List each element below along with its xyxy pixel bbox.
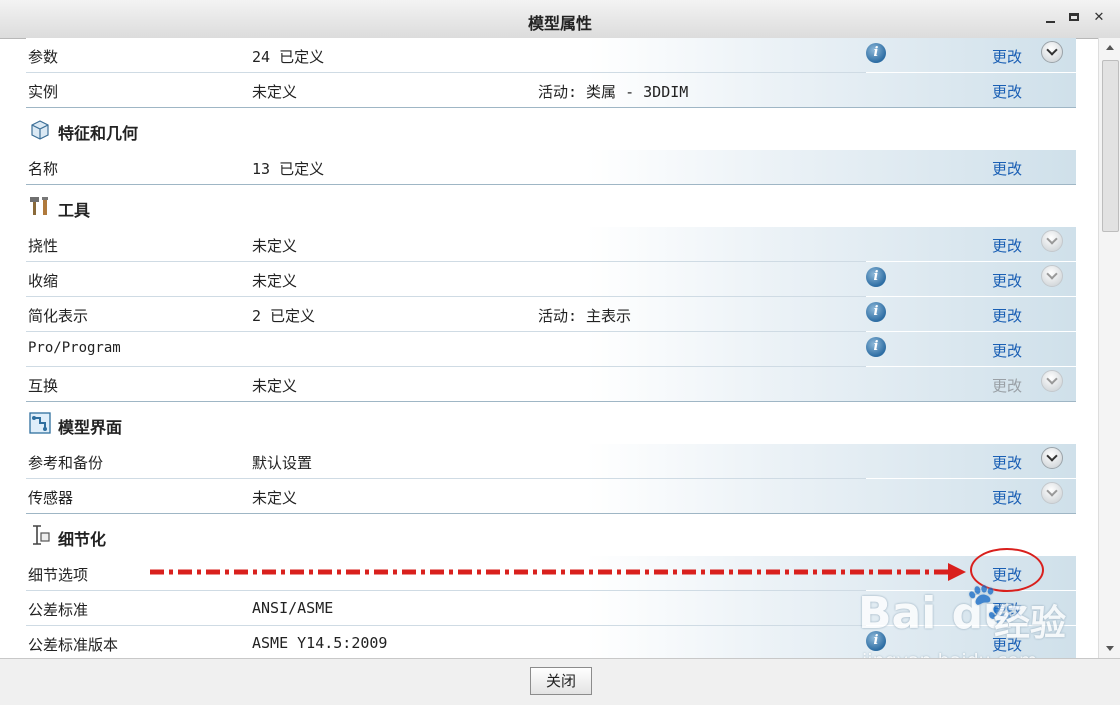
info-icon[interactable]: i — [866, 267, 886, 287]
row-value: 未定义 — [252, 83, 298, 101]
row-label: 参考和备份 — [28, 454, 104, 472]
info-icon[interactable]: i — [866, 43, 886, 63]
minimize-icon[interactable] — [1044, 11, 1058, 25]
info-icon[interactable]: i — [866, 631, 886, 651]
section-tools: 工具 — [26, 185, 1076, 227]
row-label: 细节选项 — [28, 566, 89, 584]
row-flexibility: 挠性 未定义 更改 — [26, 227, 1076, 262]
change-link-detail-options[interactable]: 更改 — [992, 564, 1022, 585]
vertical-scrollbar[interactable] — [1098, 38, 1120, 658]
change-link-references-backup[interactable]: 更改 — [992, 452, 1022, 473]
row-value: 2 已定义 — [252, 307, 316, 325]
close-button[interactable]: 关闭 — [530, 667, 592, 695]
chevron-down-icon[interactable] — [1041, 370, 1063, 392]
chevron-down-icon[interactable] — [1041, 482, 1063, 504]
row-simplified-rep: 简化表示 2 已定义 活动: 主表示 i 更改 — [26, 297, 1076, 332]
row-instance: 实例 未定义 活动: 类属 - 3DDIM 更改 — [26, 73, 1076, 108]
row-label: 名称 — [28, 160, 59, 178]
row-value: 13 已定义 — [252, 160, 325, 178]
row-references-backup: 参考和备份 默认设置 更改 — [26, 444, 1076, 479]
row-value: ANSI/ASME — [252, 599, 334, 617]
row-value: 默认设置 — [252, 454, 313, 472]
row-value: ASME Y14.5:2009 — [252, 634, 388, 652]
row-value: 未定义 — [252, 377, 298, 395]
row-value: 未定义 — [252, 489, 298, 507]
info-icon[interactable]: i — [866, 337, 886, 357]
title-bar: 模型属性 ✕ — [0, 0, 1120, 39]
section-title: 模型界面 — [58, 418, 123, 437]
row-tolerance-standard-version: 公差标准版本 ASME Y14.5:2009 i 更改 — [26, 626, 1076, 658]
row-label: 公差标准 — [28, 601, 89, 619]
row-label: 实例 — [28, 83, 59, 101]
change-link-flexibility[interactable]: 更改 — [992, 235, 1022, 256]
model-properties-dialog: 模型属性 ✕ 参数 24 已定义 i 更改 实例 未定义 活动: 类属 - 3D… — [0, 0, 1120, 705]
row-parameters: 参数 24 已定义 i 更改 — [26, 38, 1076, 73]
row-label: 参数 — [28, 48, 59, 66]
row-label: Pro/Program — [28, 340, 121, 356]
close-icon[interactable]: ✕ — [1092, 11, 1106, 25]
change-link-interchange: 更改 — [992, 377, 1023, 395]
chevron-down-icon[interactable] — [1041, 230, 1063, 252]
row-name: 名称 13 已定义 更改 — [26, 150, 1076, 185]
section-features-geometry: 特征和几何 — [26, 108, 1076, 150]
chevron-down-icon[interactable] — [1041, 41, 1063, 63]
properties-panel: 参数 24 已定义 i 更改 实例 未定义 活动: 类属 - 3DDIM 更改 … — [0, 38, 1098, 658]
feature-cube-icon — [31, 120, 49, 140]
section-model-interface: 模型界面 — [26, 402, 1076, 444]
row-tolerance-standard: 公差标准 ANSI/ASME 更改 — [26, 591, 1076, 626]
row-label: 公差标准版本 — [28, 636, 119, 654]
dialog-title: 模型属性 — [527, 14, 592, 33]
scroll-up-icon[interactable] — [1099, 38, 1120, 56]
row-active: 活动: 主表示 — [538, 307, 632, 325]
row-label: 收缩 — [28, 272, 59, 290]
tools-icon — [30, 197, 48, 215]
maximize-icon[interactable] — [1068, 11, 1082, 25]
change-link-simplified-rep[interactable]: 更改 — [992, 305, 1022, 326]
change-link-tolerance-standard[interactable]: 更改 — [992, 599, 1022, 620]
chevron-down-icon[interactable] — [1041, 265, 1063, 287]
row-label: 传感器 — [28, 489, 74, 507]
dialog-footer: 关闭 — [0, 658, 1120, 705]
detailing-icon — [33, 525, 50, 545]
row-shrinkage: 收缩 未定义 i 更改 — [26, 262, 1076, 297]
change-link-shrinkage[interactable]: 更改 — [992, 270, 1022, 291]
row-label: 挠性 — [28, 237, 59, 255]
row-value: 24 已定义 — [252, 48, 325, 66]
row-label: 简化表示 — [28, 307, 89, 325]
row-value: 未定义 — [252, 272, 298, 290]
scroll-down-icon[interactable] — [1099, 640, 1120, 658]
model-interface-icon — [29, 412, 51, 434]
row-label: 互换 — [28, 377, 59, 395]
row-active: 活动: 类属 - 3DDIM — [538, 83, 689, 101]
chevron-down-icon[interactable] — [1041, 447, 1063, 469]
section-title: 细节化 — [58, 530, 107, 549]
row-detail-options: 细节选项 更改 — [26, 556, 1076, 591]
change-link-instance[interactable]: 更改 — [992, 81, 1022, 102]
row-pro-program: Pro/Program i 更改 — [26, 332, 1076, 367]
section-detailing: 细节化 — [26, 514, 1076, 556]
row-sensors: 传感器 未定义 更改 — [26, 479, 1076, 514]
row-value: 未定义 — [252, 237, 298, 255]
change-link-parameters[interactable]: 更改 — [992, 46, 1022, 67]
info-icon[interactable]: i — [866, 302, 886, 322]
change-link-pro-program[interactable]: 更改 — [992, 340, 1022, 361]
section-title: 工具 — [58, 201, 91, 220]
change-link-tolerance-standard-version[interactable]: 更改 — [992, 634, 1022, 655]
section-title: 特征和几何 — [58, 124, 139, 143]
row-interchange: 互换 未定义 更改 — [26, 367, 1076, 402]
change-link-name[interactable]: 更改 — [992, 158, 1022, 179]
scrollbar-thumb[interactable] — [1102, 60, 1119, 232]
change-link-sensors[interactable]: 更改 — [992, 487, 1022, 508]
